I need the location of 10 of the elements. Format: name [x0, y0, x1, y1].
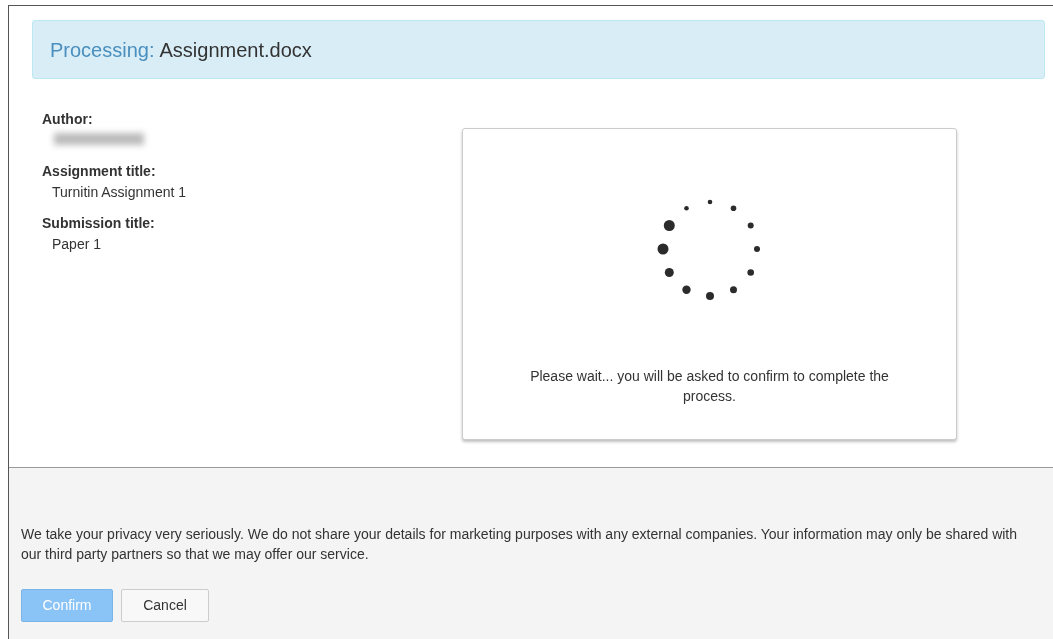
privacy-notice: We take your privacy very seriously. We do not share your details for marketing purposes with any external companies. Your information may only be shared with our third party partners so that we may offer our service. — [21, 525, 1019, 565]
field-value: Turnitin Assignment 1 — [51, 183, 188, 202]
status-message: Please wait... you will be asked to confirm to complete the process. — [529, 367, 890, 406]
cancel-button[interactable]: Cancel — [121, 588, 209, 622]
file-name: Assignment.docx — [159, 37, 312, 63]
field-label: Author: — [42, 110, 94, 129]
field-label: Submission title: — [42, 214, 156, 233]
field-value: Paper 1 — [51, 235, 103, 254]
header-label: Processing: — [50, 37, 155, 63]
field-label: Assignment title: — [42, 162, 157, 181]
